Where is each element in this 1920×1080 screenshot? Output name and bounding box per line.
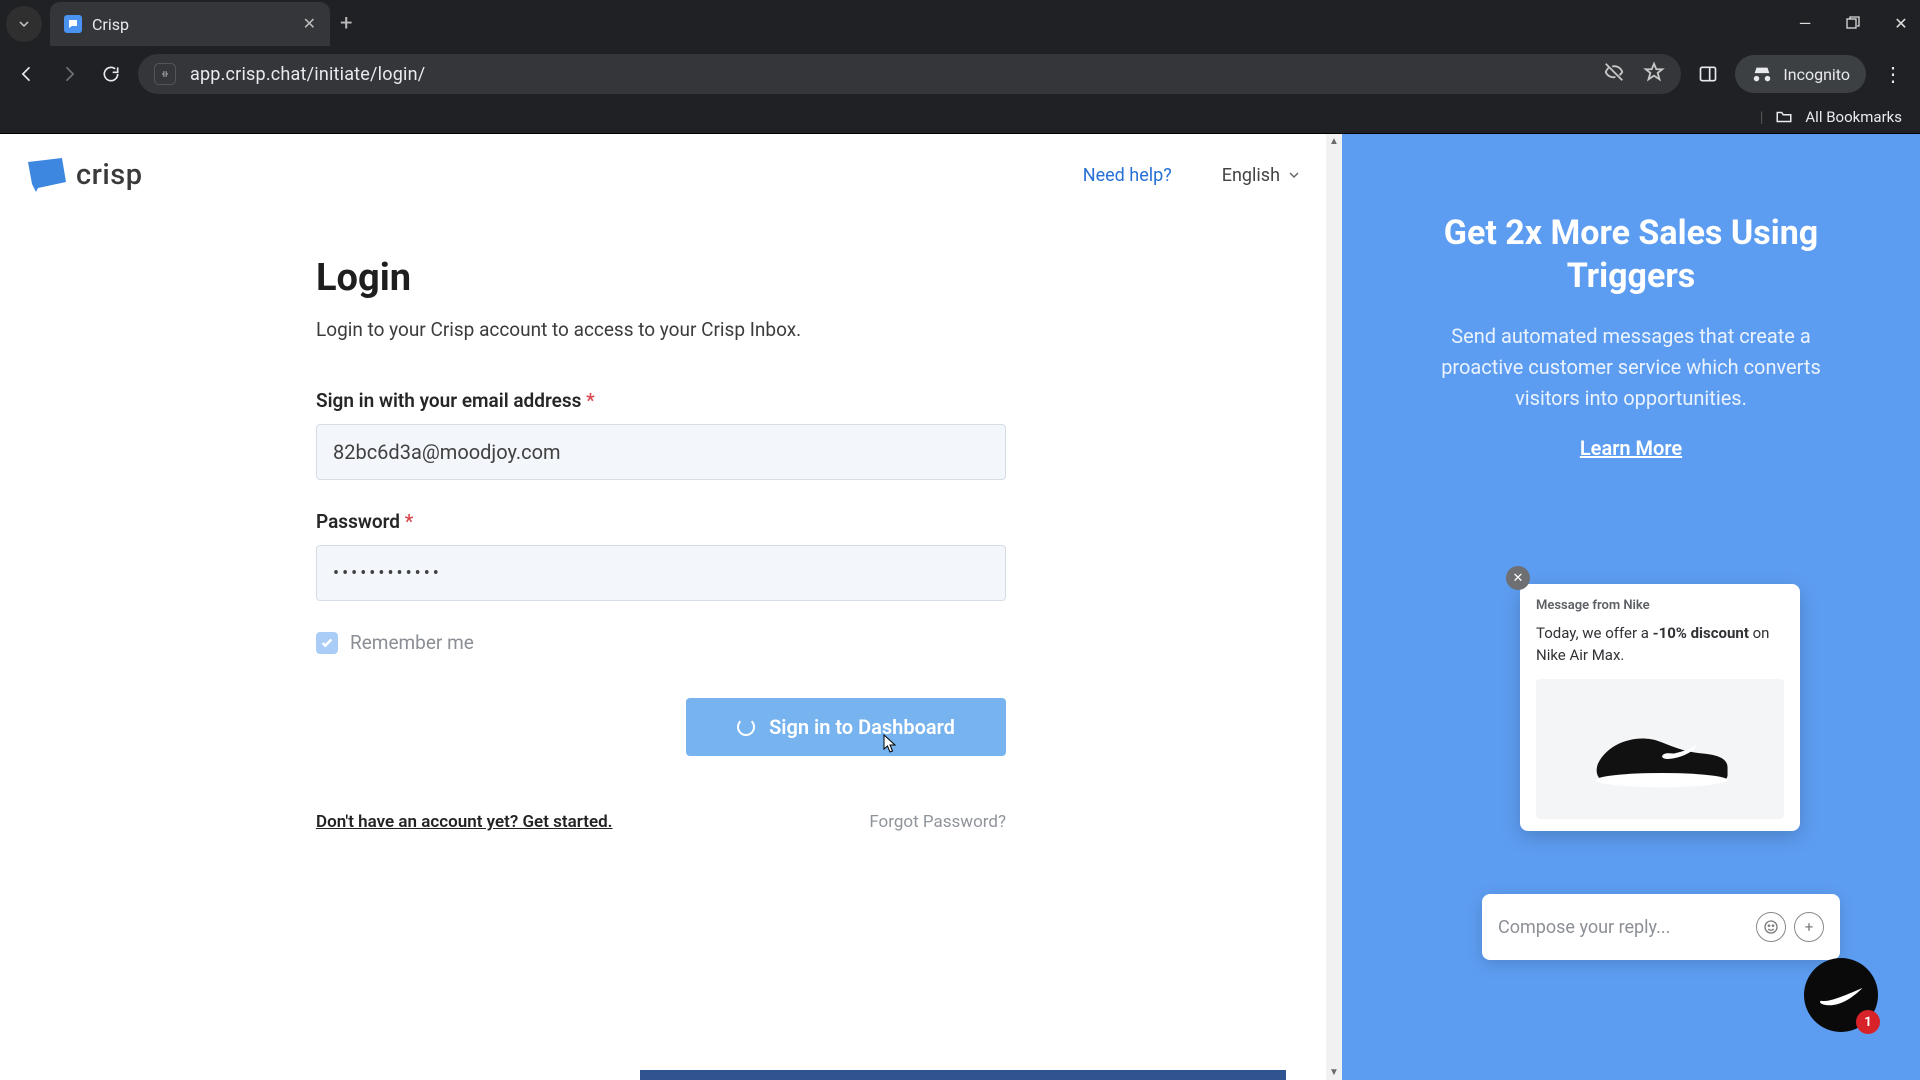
password-field[interactable] [316,545,1006,601]
notification-badge: 1 [1856,1010,1880,1034]
login-form: Login Login to your Crisp account to acc… [316,256,1006,832]
brand-name: crisp [76,158,143,192]
compose-placeholder: Compose your reply... [1498,917,1748,938]
url-text: app.crisp.chat/initiate/login/ [190,64,1589,85]
chat-close-button[interactable]: ✕ [1506,566,1530,590]
chat-sender: Message from Nike [1536,598,1784,613]
sign-in-button[interactable]: Sign in to Dashboard [686,698,1006,756]
page-viewport: crisp Need help? English Login Login to … [0,134,1920,1080]
promo-heading: Get 2x More Sales Using Triggers [1342,134,1920,297]
chevron-down-icon [19,19,29,29]
password-label-text: Password [316,510,400,533]
chat-launcher-button[interactable]: 1 [1804,958,1878,1032]
remember-me-label: Remember me [350,631,474,654]
chat-product-image [1536,679,1784,819]
password-label: Password * [316,510,1006,533]
nike-swoosh-icon [1818,984,1864,1006]
promo-body: Send automated messages that create a pr… [1342,297,1920,414]
smiley-icon [1763,919,1779,935]
bottom-banner-strip [640,1070,1286,1080]
new-tab-button[interactable]: + [340,13,352,35]
form-footer-links: Don't have an account yet? Get started. … [316,812,1006,832]
browser-toolbar: app.crisp.chat/initiate/login/ Incognito… [0,48,1920,100]
chevron-down-icon [1288,169,1300,181]
tabstrip: Crisp ✕ + — ✕ [0,0,1920,48]
checkbox-icon [316,632,338,654]
maximize-button[interactable] [1844,14,1862,32]
tab-search-button[interactable] [6,6,42,42]
reload-icon [101,64,121,84]
bookmark-star-button[interactable] [1643,61,1665,88]
chat-preview-card: ✕ Message from Nike Today, we offer a -1… [1520,584,1800,831]
shoe-icon [1585,709,1735,789]
reload-button[interactable] [96,59,126,89]
sign-in-label: Sign in to Dashboard [769,715,955,739]
browser-chrome: Crisp ✕ + — ✕ app.crisp.chat/initiate/lo… [0,0,1920,134]
site-info-button[interactable] [154,63,176,85]
arrow-right-icon [59,64,79,84]
bookmarks-bar: | All Bookmarks [0,100,1920,134]
attach-button[interactable]: + [1794,912,1824,942]
close-window-button[interactable]: ✕ [1892,14,1910,32]
page-header: crisp Need help? English [0,134,1326,192]
spinner-icon [737,718,755,736]
emoji-button[interactable] [1756,912,1786,942]
folder-icon [1775,108,1793,126]
need-help-link[interactable]: Need help? [1083,165,1172,186]
required-asterisk: * [586,389,595,412]
arrow-left-icon [17,64,37,84]
compose-reply-box[interactable]: Compose your reply... + [1482,894,1840,960]
chat-text-bold: -10% discount [1653,624,1749,642]
promo-panel: Get 2x More Sales Using Triggers Send au… [1342,134,1920,1080]
learn-more-link[interactable]: Learn More [1342,436,1920,460]
scroll-down-icon: ▼ [1329,1067,1339,1078]
minimize-button[interactable]: — [1796,14,1814,32]
crisp-logo-icon [26,158,66,192]
forward-button[interactable] [54,59,84,89]
all-bookmarks-button[interactable]: All Bookmarks [1805,108,1902,126]
brand-logo[interactable]: crisp [26,158,143,192]
eye-off-icon[interactable] [1603,61,1625,88]
window-controls: — ✕ [1796,14,1910,32]
browser-tab[interactable]: Crisp ✕ [50,2,330,46]
address-bar[interactable]: app.crisp.chat/initiate/login/ [138,54,1681,94]
login-pane: crisp Need help? English Login Login to … [0,134,1326,1080]
back-button[interactable] [12,59,42,89]
tab-title: Crisp [92,15,293,34]
incognito-indicator[interactable]: Incognito [1735,55,1866,93]
page-subtitle: Login to your Crisp account to access to… [316,318,1006,341]
browser-menu-button[interactable]: ⋮ [1878,62,1908,86]
remember-me-checkbox[interactable]: Remember me [316,631,1006,654]
side-panel-button[interactable] [1693,59,1723,89]
scroll-up-icon: ▲ [1329,136,1339,147]
email-label-text: Sign in with your email address [316,389,581,412]
forgot-password-link[interactable]: Forgot Password? [869,812,1006,832]
page-title: Login [316,256,1006,300]
separator: | [1760,108,1764,126]
tab-favicon [64,15,82,33]
tab-close-button[interactable]: ✕ [303,16,316,32]
incognito-icon [1751,63,1773,85]
email-label: Sign in with your email address * [316,389,1006,412]
chat-text-prefix: Today, we offer a [1536,624,1653,642]
email-field[interactable] [316,424,1006,480]
get-started-link[interactable]: Don't have an account yet? Get started. [316,812,613,832]
incognito-label: Incognito [1783,65,1850,84]
chat-message: Today, we offer a -10% discount on Nike … [1536,623,1784,667]
language-label: English [1222,165,1280,186]
language-selector[interactable]: English [1222,165,1300,186]
required-asterisk: * [405,510,414,533]
panel-icon [1698,64,1718,84]
scrollbar[interactable]: ▲ ▼ [1326,134,1342,1080]
